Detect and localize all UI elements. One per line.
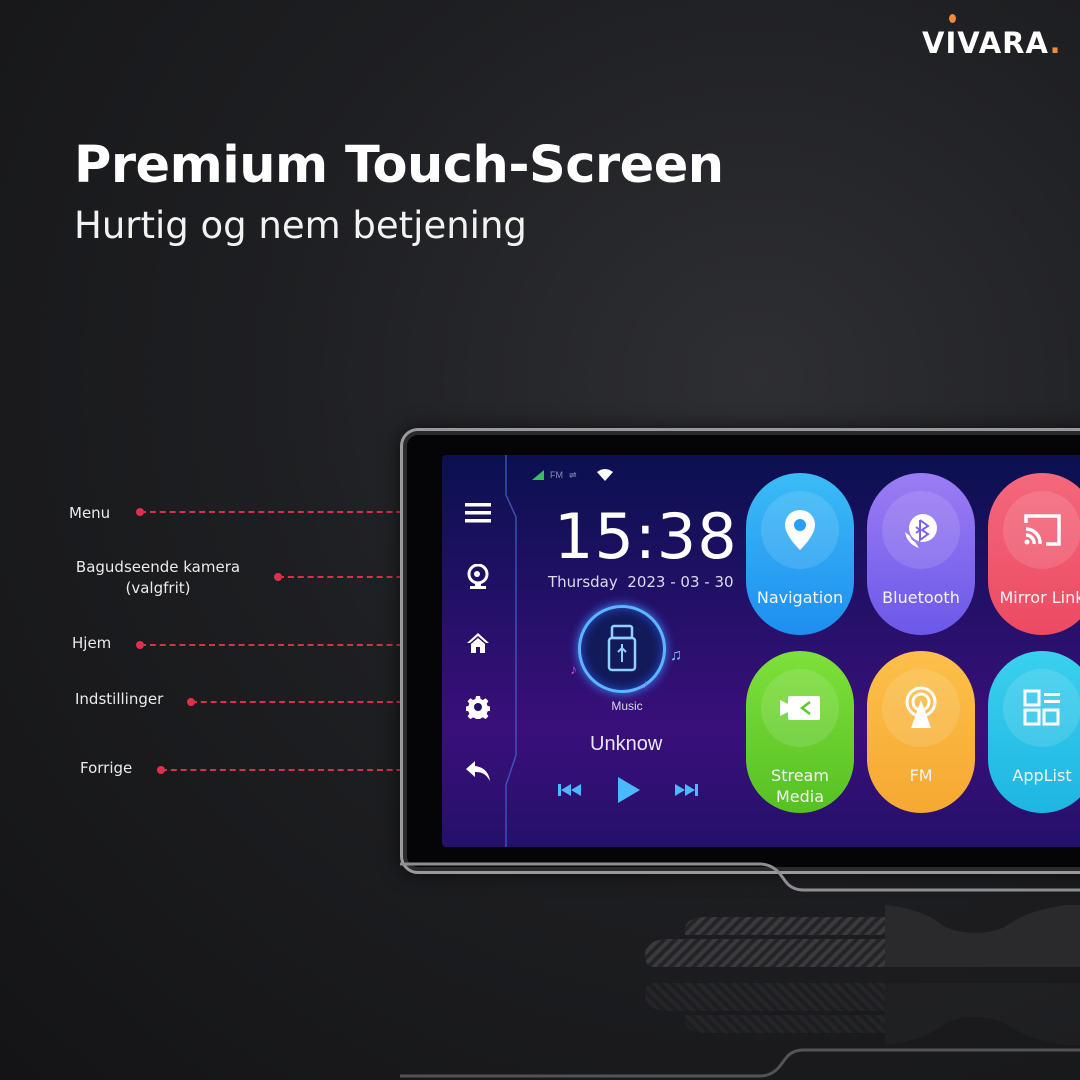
music-note-icon: ♫: [670, 647, 682, 664]
play-button[interactable]: [618, 777, 640, 808]
app-label: Bluetooth: [882, 588, 960, 607]
next-button[interactable]: [674, 781, 698, 802]
app-label-line1: Stream: [771, 766, 829, 785]
back-icon[interactable]: [464, 757, 492, 785]
callout-menu: Menu: [69, 504, 111, 522]
date-value: 2023 - 03 - 30: [627, 573, 734, 591]
tile-icon-wrap: [1003, 491, 1080, 569]
radio-tower-icon: [905, 686, 937, 728]
clock-time: 15:38: [554, 500, 738, 573]
music-note-icon: ♪: [642, 677, 648, 691]
music-disc[interactable]: [578, 605, 666, 693]
app-navigation[interactable]: Navigation: [746, 473, 854, 635]
callout-camera-line2: (valgfrit): [125, 579, 191, 597]
tile-icon-wrap: [761, 491, 839, 569]
track-title: Unknow: [590, 733, 663, 755]
video-camera-icon: [780, 696, 820, 720]
device-stand: [645, 905, 1080, 967]
app-bluetooth[interactable]: Bluetooth: [867, 473, 975, 635]
previous-button[interactable]: [558, 781, 582, 802]
callout-line: [140, 644, 432, 646]
tile-icon-wrap: [882, 669, 960, 747]
app-fm[interactable]: FM: [867, 651, 975, 813]
music-note-icon: ♪: [570, 661, 577, 677]
bluetooth-phone-icon: [905, 514, 937, 548]
app-applist[interactable]: AppList: [988, 651, 1080, 813]
signal-icon: [532, 470, 544, 480]
brand-dot: .: [1049, 26, 1062, 60]
app-label: Mirror Link: [999, 588, 1080, 607]
tile-icon-wrap: [1003, 669, 1080, 747]
app-label: Navigation: [756, 588, 844, 607]
callout-settings: Indstillinger: [75, 690, 164, 708]
touch-screen[interactable]: FM ⇌ 15:38 Thursday 2023 - 03 - 30 ♪ ♫ ♪…: [442, 455, 1080, 847]
usb-icon: ⇌: [569, 469, 577, 480]
app-label-line2: Media: [775, 787, 825, 806]
status-bar: FM ⇌: [532, 469, 613, 481]
ledge-reflection: [400, 1048, 1080, 1078]
wifi-icon: [596, 469, 613, 481]
page-subtitle: Hurtig og nem betjening: [74, 204, 527, 247]
callout-camera: Bagudseende kamera (valgfrit): [68, 557, 248, 599]
webcam-icon[interactable]: [464, 563, 492, 591]
app-stream-media[interactable]: Stream Media: [746, 651, 854, 813]
tile-icon-wrap: [761, 669, 839, 747]
menu-icon[interactable]: [464, 499, 492, 527]
tile-icon-wrap: [882, 491, 960, 569]
sidebar-divider: [505, 455, 517, 847]
cast-icon: [1024, 514, 1061, 546]
map-pin-icon: [785, 510, 815, 550]
fm-indicator: FM: [550, 470, 563, 480]
app-label: FM: [909, 766, 933, 785]
clock-date: Thursday 2023 - 03 - 30: [548, 573, 734, 591]
app-grid-icon: [1023, 689, 1060, 726]
app-label: Stream Media: [771, 765, 829, 807]
callout-back: Forrige: [80, 759, 133, 777]
brand-name: VIVARA: [922, 26, 1050, 60]
callout-home: Hjem: [72, 634, 112, 652]
bulb-icon: [949, 14, 956, 23]
page-title: Premium Touch-Screen: [74, 136, 724, 195]
device-ledge: [400, 862, 1080, 892]
home-icon[interactable]: [464, 629, 492, 657]
weekday: Thursday: [548, 573, 618, 591]
app-label: AppList: [1012, 766, 1072, 785]
usb-drive-icon: [607, 624, 637, 672]
callout-camera-line1: Bagudseende kamera: [75, 558, 241, 576]
brand-logo: VIVARA.: [922, 14, 1062, 60]
callout-line: [191, 701, 432, 703]
callout-line: [161, 769, 432, 771]
stand-reflection: [645, 983, 1080, 1045]
callout-line: [140, 511, 432, 513]
app-mirror-link[interactable]: Mirror Link: [988, 473, 1080, 635]
